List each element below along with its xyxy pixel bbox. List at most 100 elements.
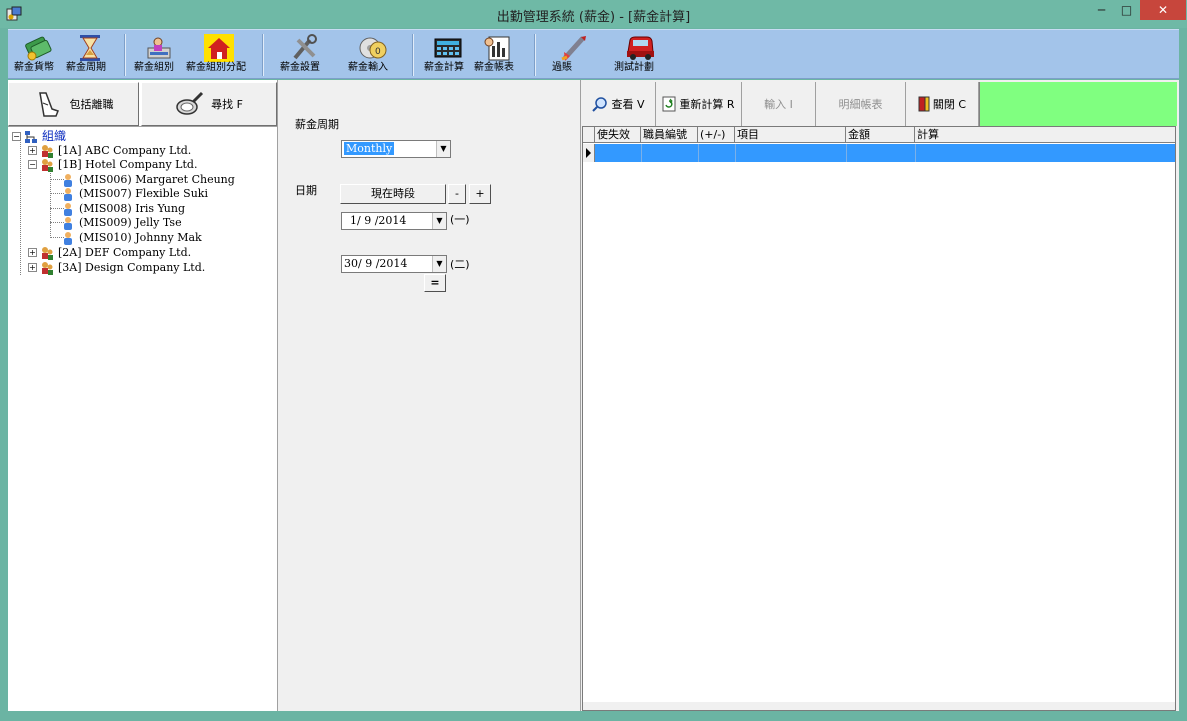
- expand-icon[interactable]: +: [28, 248, 37, 257]
- date-from-value: 1/ 9 /2014: [350, 214, 407, 227]
- toolbar-label: 薪金帳表: [474, 62, 514, 73]
- company-people-icon: [42, 144, 53, 158]
- chevron-down-icon[interactable]: ▼: [436, 141, 450, 157]
- maximize-button[interactable]: □: [1113, 0, 1140, 20]
- toolbar-settings-button[interactable]: 薪金設置: [280, 32, 330, 78]
- date-from-picker[interactable]: 1/ 9 /2014 ▼: [341, 212, 447, 230]
- horizontal-scrollbar[interactable]: [583, 702, 1175, 710]
- cd-input-icon: 0: [359, 37, 387, 59]
- toolbar-calculate-button[interactable]: 薪金計算: [424, 32, 472, 78]
- grid-cell-divider: [915, 144, 916, 162]
- tree-employee-node[interactable]: (MIS007) Flexible Suki: [61, 186, 208, 201]
- current-row-icon: [586, 148, 591, 158]
- toolbar-label: 測試計劃: [614, 62, 654, 73]
- toolbar-label: 薪金設置: [280, 62, 320, 73]
- refresh-icon: [662, 96, 676, 112]
- currency-icon: [25, 36, 52, 61]
- tree-node-label: (MIS006) Margaret Cheung: [79, 173, 235, 186]
- current-period-button[interactable]: 現在時段: [340, 184, 446, 204]
- previous-period-button[interactable]: -: [448, 184, 466, 204]
- toolbar-report-button[interactable]: 薪金帳表: [474, 32, 522, 78]
- close-window-button[interactable]: ✕: [1140, 0, 1186, 20]
- toolbar-label: 薪金組別分配: [186, 62, 246, 73]
- detail-report-button[interactable]: 明細帳表: [816, 82, 906, 126]
- column-header[interactable]: 金額: [846, 127, 915, 143]
- find-button[interactable]: 尋找 F: [141, 82, 277, 126]
- company-people-icon: [42, 158, 53, 172]
- person-icon: [64, 173, 72, 187]
- equals-button[interactable]: =: [424, 274, 446, 292]
- toolbar-currency-button[interactable]: 薪金貨幣: [14, 32, 64, 78]
- toolbar-label: 薪金組別: [134, 62, 174, 73]
- recalculate-label: 重新計算 R: [679, 98, 735, 111]
- column-header[interactable]: 項目: [735, 127, 846, 143]
- toolbar-group-button[interactable]: 薪金組別: [134, 32, 184, 78]
- tree-employee-node[interactable]: (MIS008) Iris Yung: [61, 201, 185, 216]
- include-resigned-label: 包括離職: [69, 98, 114, 111]
- tree-root[interactable]: − 組織: [12, 129, 66, 144]
- close-label: 關閉 C: [932, 98, 967, 111]
- hourglass-icon: [80, 35, 100, 61]
- org-chart-icon: [25, 130, 37, 143]
- minimize-button[interactable]: ─: [1088, 0, 1115, 20]
- table-row-selected[interactable]: [595, 144, 1175, 162]
- main-toolbar: 薪金貨幣 薪金周期 薪金組別 薪金組別分配 薪金設置 0 薪金輸入 薪金計算 薪…: [8, 29, 1179, 79]
- date-label: 日期: [295, 184, 317, 197]
- view-label: 查看 V: [611, 98, 645, 111]
- tree-company-node[interactable]: − [1B] Hotel Company Ltd.: [28, 157, 197, 172]
- grid-header: 使失效 職員編號 (+/-) 項目 金額 計算: [583, 127, 1175, 143]
- toolbar-group-assign-button[interactable]: 薪金組別分配: [186, 32, 252, 78]
- collapse-icon[interactable]: −: [28, 160, 37, 169]
- tree-node-label: (MIS010) Johnny Mak: [79, 231, 202, 244]
- period-select[interactable]: Monthly ▼: [341, 140, 451, 158]
- rocket-icon: [561, 36, 586, 61]
- column-header[interactable]: (+/-): [698, 127, 735, 143]
- expand-icon[interactable]: +: [28, 146, 37, 155]
- tree-employee-node[interactable]: (MIS009) Jelly Tse: [61, 215, 182, 230]
- tree-company-node[interactable]: + [1A] ABC Company Ltd.: [28, 143, 191, 158]
- calculation-pane: 查看 V 重新計算 R 輸入 I 明細帳表 關閉 C 使失效 職員編號 (+/-…: [582, 80, 1179, 711]
- toolbar-post-button[interactable]: 過賬: [552, 32, 596, 78]
- calculation-grid: 使失效 職員編號 (+/-) 項目 金額 計算: [582, 126, 1176, 711]
- tree-company-node[interactable]: + [2A] DEF Company Ltd.: [28, 245, 191, 260]
- date-from-suffix: (一): [450, 213, 470, 226]
- column-header[interactable]: 使失效: [595, 127, 641, 143]
- tree-node-label: (MIS008) Iris Yung: [79, 202, 185, 215]
- input-button[interactable]: 輸入 I: [742, 82, 816, 126]
- organization-pane: 包括離職 尋找 F − 組織 + [1A] ABC Company Ltd. −…: [8, 80, 278, 711]
- collapse-icon[interactable]: −: [12, 132, 21, 141]
- toolbar-label: 薪金計算: [424, 62, 464, 73]
- svg-text:0: 0: [375, 47, 381, 57]
- chevron-down-icon[interactable]: ▼: [432, 256, 446, 272]
- tree-node-label: (MIS007) Flexible Suki: [79, 187, 208, 200]
- view-button[interactable]: 查看 V: [582, 82, 656, 126]
- tree-employee-node[interactable]: (MIS010) Johnny Mak: [61, 230, 202, 245]
- calculator-icon: [434, 38, 462, 58]
- tree-company-node[interactable]: + [3A] Design Company Ltd.: [28, 260, 205, 275]
- title-bar: 出勤管理系統 (薪金) - [薪金計算] ─ □ ✕: [0, 0, 1187, 28]
- date-to-picker[interactable]: 30/ 9 /2014 ▼: [341, 255, 447, 273]
- person-icon: [64, 202, 72, 216]
- toolbar-label: 薪金貨幣: [14, 62, 54, 73]
- tree-node-label: [1A] ABC Company Ltd.: [58, 144, 192, 157]
- grid-cell-divider: [735, 144, 736, 162]
- window-title: 出勤管理系統 (薪金) - [薪金計算]: [496, 10, 691, 25]
- toolbar-period-button[interactable]: 薪金周期: [66, 32, 114, 78]
- column-header[interactable]: 計算: [915, 127, 1175, 143]
- close-button[interactable]: 關閉 C: [906, 82, 979, 126]
- include-resigned-button[interactable]: 包括離職: [8, 82, 139, 126]
- person-icon: [64, 187, 72, 201]
- expand-icon[interactable]: +: [28, 263, 37, 272]
- input-label: 輸入 I: [764, 98, 793, 111]
- column-header[interactable]: 職員編號: [641, 127, 698, 143]
- toolbar-label: 過賬: [552, 62, 572, 73]
- recalculate-button[interactable]: 重新計算 R: [656, 82, 742, 126]
- chevron-down-icon[interactable]: ▼: [432, 213, 446, 229]
- next-period-button[interactable]: +: [469, 184, 491, 204]
- grid-cell-divider: [698, 144, 699, 162]
- row-indicator[interactable]: [583, 144, 595, 162]
- tree-employee-node[interactable]: (MIS006) Margaret Cheung: [61, 172, 235, 187]
- toolbar-test-plan-button[interactable]: 測試計劃: [614, 32, 666, 78]
- toolbar-input-button[interactable]: 0 薪金輸入: [348, 32, 398, 78]
- toolbar-label: 薪金輸入: [348, 62, 388, 73]
